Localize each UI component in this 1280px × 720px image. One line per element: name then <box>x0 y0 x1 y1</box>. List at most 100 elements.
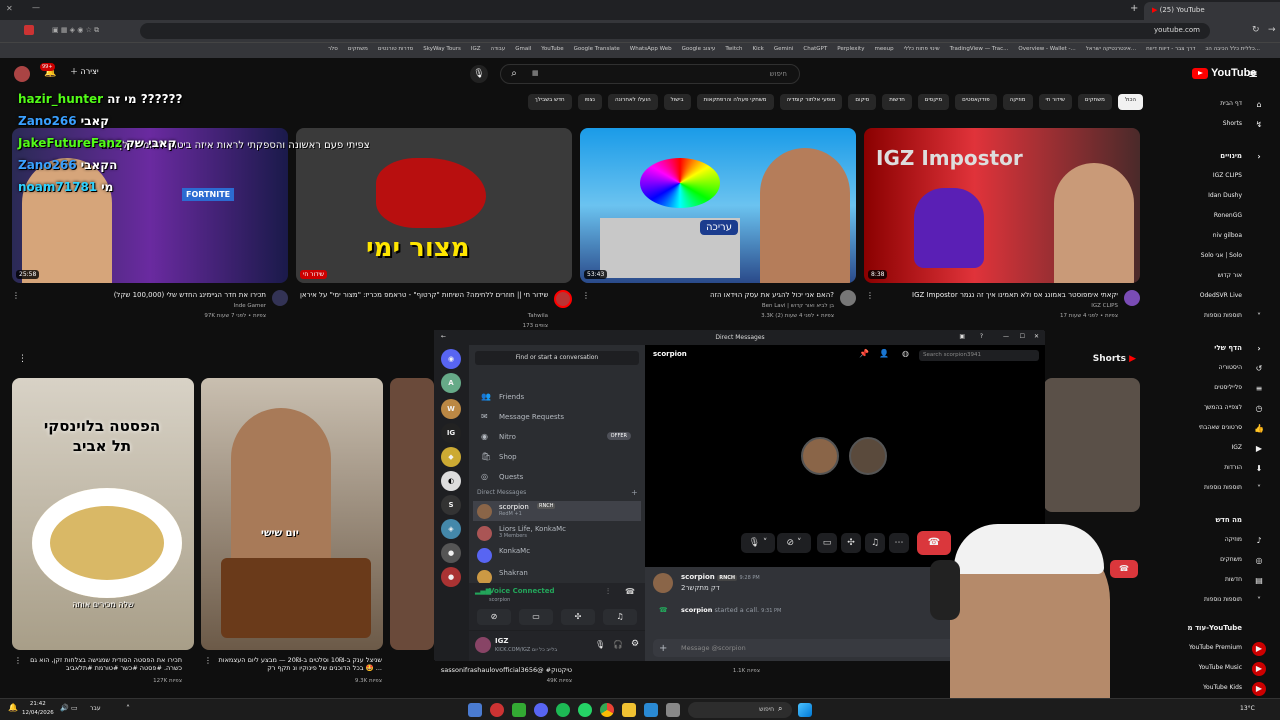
minimize-icon[interactable]: — <box>32 3 40 12</box>
chrome-icon[interactable] <box>600 703 614 717</box>
sidebar-item[interactable]: IGZ CLIPS <box>1160 168 1270 186</box>
taskbar-app-icon[interactable] <box>644 703 658 717</box>
sidebar-section-header[interactable]: הדף שלי › <box>1160 340 1270 358</box>
sidebar-item[interactable]: OdedSVR Live <box>1160 288 1270 306</box>
avatar[interactable] <box>14 66 30 82</box>
dm-nav-item[interactable]: ✉ Message Requests <box>477 409 637 425</box>
short-title[interactable]: שניצל ענק ב-10₪ וסלטים ב-20₪ — מבצע ליום… <box>210 656 382 676</box>
activities-button[interactable]: ✣ <box>841 533 861 553</box>
filter-chip[interactable]: פודקאסטים <box>955 94 997 110</box>
filter-chip[interactable]: מיקסים <box>917 94 950 110</box>
start-icon[interactable] <box>798 703 812 717</box>
video-channel[interactable]: IGZ CLIPS <box>870 303 1118 309</box>
filter-chip[interactable]: בישול <box>663 94 691 110</box>
add-dm-icon[interactable]: + <box>631 488 638 497</box>
more-options-icon[interactable]: ⋮ <box>12 291 20 300</box>
sidebar-item[interactable]: תוספות נוספות ˅ <box>1160 308 1270 326</box>
filter-chip[interactable]: סיקום <box>848 94 877 110</box>
channel-avatar[interactable] <box>1124 290 1140 306</box>
back-icon[interactable]: ← <box>441 333 446 340</box>
filter-chip[interactable]: הועלו לאחרונה <box>607 94 658 110</box>
sidebar-item[interactable]: RonenGG <box>1160 208 1270 226</box>
more-options-icon[interactable]: ⋮ <box>204 656 212 665</box>
avatar[interactable] <box>475 637 491 653</box>
sidebar-item[interactable]: תוספות נוספות ˅ <box>1160 480 1270 498</box>
more-options-icon[interactable]: ⋮ <box>582 291 590 300</box>
bookmark-item[interactable]: Kick <box>753 46 764 55</box>
more-options-icon[interactable]: ⋮ <box>14 656 22 665</box>
filter-chip[interactable]: מוזיקה <box>1002 94 1033 110</box>
bookmark-item[interactable]: משחקים <box>348 46 368 55</box>
find-conversation-input[interactable]: Find or start a conversation <box>475 351 639 365</box>
search-icon[interactable]: ⌕ <box>502 64 526 84</box>
close-window-icon[interactable]: ✕ <box>6 4 13 13</box>
channel-avatar[interactable] <box>840 290 856 306</box>
bookmark-item[interactable]: אינטרנטיקה ישראל... <box>1086 46 1136 55</box>
server-icon[interactable]: ◈ <box>441 519 461 539</box>
camera-off-button[interactable]: ⊘ <box>477 609 511 625</box>
taskbar-app-icon[interactable] <box>490 703 504 717</box>
discord-home-icon[interactable]: ◉ <box>441 349 461 369</box>
activities-button[interactable]: ✣ <box>561 609 595 625</box>
bookmark-item[interactable]: סדרות טורנטים <box>378 46 413 55</box>
create-button[interactable]: ＋ יצירה <box>70 66 99 77</box>
whatsapp-icon[interactable] <box>578 703 592 717</box>
filter-chip[interactable]: מופעי אלתור קומדיה <box>779 94 843 110</box>
sidebar-item[interactable]: Solo אגי | Solo <box>1160 248 1270 266</box>
bookmark-item[interactable]: סלר <box>328 46 338 55</box>
sidebar-item[interactable]: דף הבית ⌂ <box>1160 96 1270 114</box>
server-icon[interactable]: W <box>441 399 461 419</box>
url-input[interactable]: youtube.com <box>140 23 1210 39</box>
discord-search-input[interactable]: Search scorpion3941 <box>919 350 1039 361</box>
attach-icon[interactable]: + <box>659 643 667 654</box>
bookmark-item[interactable]: Google עיצוב <box>682 46 716 55</box>
bookmark-item[interactable]: עבודה <box>491 46 506 55</box>
filter-chip[interactable]: חדש בשבילך <box>527 94 572 110</box>
sidebar-item[interactable]: Idan Dushy <box>1160 188 1270 206</box>
profile-icon[interactable]: ◍ <box>902 349 909 358</box>
inbox-icon[interactable]: ▣ <box>959 333 965 340</box>
bookmark-item[interactable]: שינוי פתוח כללי <box>904 46 940 55</box>
bookmark-item[interactable]: SkyWay Tours <box>423 46 461 55</box>
bookmark-item[interactable]: Gmail <box>515 46 531 55</box>
call-participant-avatar[interactable] <box>801 437 839 475</box>
spotify-icon[interactable] <box>556 703 570 717</box>
settings-icon[interactable]: ⚙ <box>631 639 639 649</box>
noise-icon[interactable]: ⫶ <box>607 587 609 597</box>
bookmark-item[interactable]: Overview - Wallet -... <box>1018 46 1075 55</box>
dm-nav-item[interactable]: ◉ Nitro OFFER <box>477 429 637 445</box>
short-thumbnail-4[interactable] <box>1044 378 1140 512</box>
sidebar-item[interactable]: הורדות ⬇ <box>1160 460 1270 478</box>
sidebar-item[interactable]: לצפייה בהמשך ◷ <box>1160 400 1270 418</box>
server-icon[interactable]: S <box>441 495 461 515</box>
extensions-icons[interactable]: ▣ ▦ ◈ ◉ ☆ ⧉ <box>52 26 132 35</box>
server-icon[interactable]: ◆ <box>441 447 461 467</box>
server-icon[interactable]: ● <box>441 543 461 563</box>
reload-icon[interactable]: ↻ <box>1252 25 1260 35</box>
video-channel[interactable]: Tahwila <box>300 313 548 319</box>
sidebar-item[interactable]: סרטונים שאהבתי 👍 <box>1160 420 1270 438</box>
screen-share-button[interactable]: ▭ <box>817 533 837 553</box>
server-icon[interactable]: ◐ <box>441 471 461 491</box>
weather[interactable]: 13°C <box>1240 705 1255 712</box>
server-icon[interactable]: A <box>441 373 461 393</box>
language-indicator[interactable]: עבר <box>90 705 101 712</box>
video-channel[interactable]: Inde Gamer <box>18 303 266 309</box>
more-options-icon[interactable]: ⋮ <box>866 291 874 300</box>
dm-item[interactable]: scorpion RedM +1 RNCH <box>473 501 641 521</box>
soundboard-button[interactable]: ♫ <box>865 533 885 553</box>
short-title[interactable]: sassonifrashaulovofficial3656@ #טיקטוק <box>400 666 572 674</box>
discord-taskbar-icon[interactable] <box>534 703 548 717</box>
filter-chip[interactable]: חדשות <box>882 94 912 110</box>
sidebar-item[interactable]: niv gilboa <box>1160 228 1270 246</box>
sidebar-section-header[interactable]: מינויים › <box>1160 148 1270 166</box>
bookmark-item[interactable]: Google Translate <box>574 46 620 55</box>
video-title[interactable]: שידור חי || חוזרים ללחימה? השיחות "קרטוף… <box>300 291 548 299</box>
clock[interactable]: 21:42 12/04/2026 <box>22 700 54 718</box>
camera-toggle-button[interactable]: ⊘ ˅ <box>777 533 811 553</box>
notifications-icon[interactable]: 🔔 99+ <box>40 63 56 78</box>
headphones-icon[interactable]: 🎧 <box>613 640 623 649</box>
tab-youtube[interactable]: ▶ (25) YouTube <box>1144 2 1280 20</box>
channel-avatar[interactable] <box>554 290 572 308</box>
call-participant-avatar[interactable] <box>849 437 887 475</box>
